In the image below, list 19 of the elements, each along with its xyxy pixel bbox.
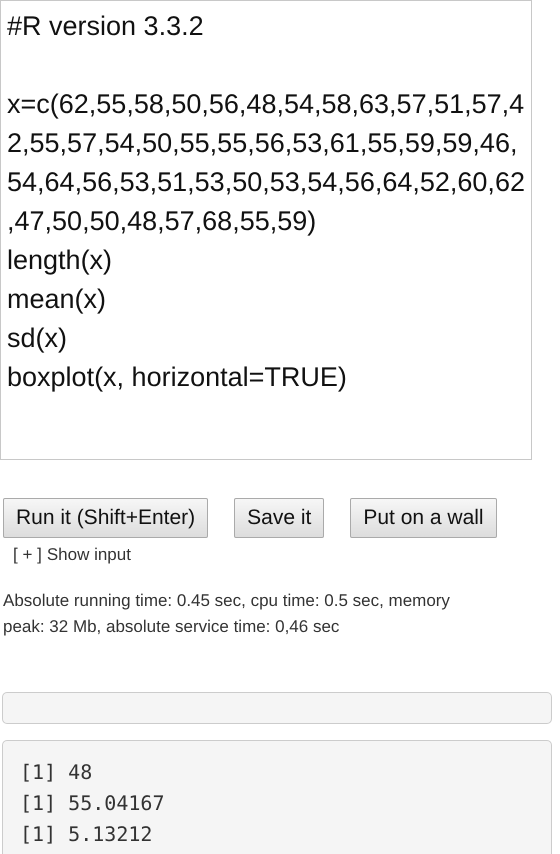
code-line: 54,64,56,53,51,53,50,53,54,56,64,52,60,62 [7, 166, 525, 199]
code-line: mean(x) [7, 283, 106, 316]
code-line: boxplot(x, horizontal=TRUE) [7, 361, 347, 394]
action-button[interactable]: Run it (Shift+Enter) [3, 498, 208, 538]
expand-toggle[interactable]: [ + ] [13, 542, 42, 568]
code-line: length(x) [7, 244, 112, 277]
action-button[interactable]: Save it [234, 498, 324, 538]
code-line: #R version 3.3.2 [7, 10, 204, 43]
timing-info: Absolute running time: 0.45 sec, cpu time: 0.5 sec, memory peak: 32 Mb, absolute service time: 0,46 sec [3, 590, 451, 638]
action-button[interactable]: Put on a wall [350, 498, 497, 538]
code-line: x=c(62,55,58,50,56,48,54,58,63,57,51,57,4 [7, 88, 524, 121]
output-line: [1] 48 [20, 758, 92, 786]
code-line: sd(x) [7, 322, 67, 355]
code-line: 2,55,57,54,50,55,55,56,53,61,55,59,59,46, [7, 127, 518, 160]
code-editor[interactable] [0, 0, 532, 460]
output-line: [1] 55.04167 [20, 790, 164, 816]
show-input-link[interactable]: Show input [46, 542, 131, 568]
output-line: [1] 5.13212 [20, 820, 152, 848]
code-line: ,47,50,50,48,57,68,55,59) [7, 205, 316, 238]
